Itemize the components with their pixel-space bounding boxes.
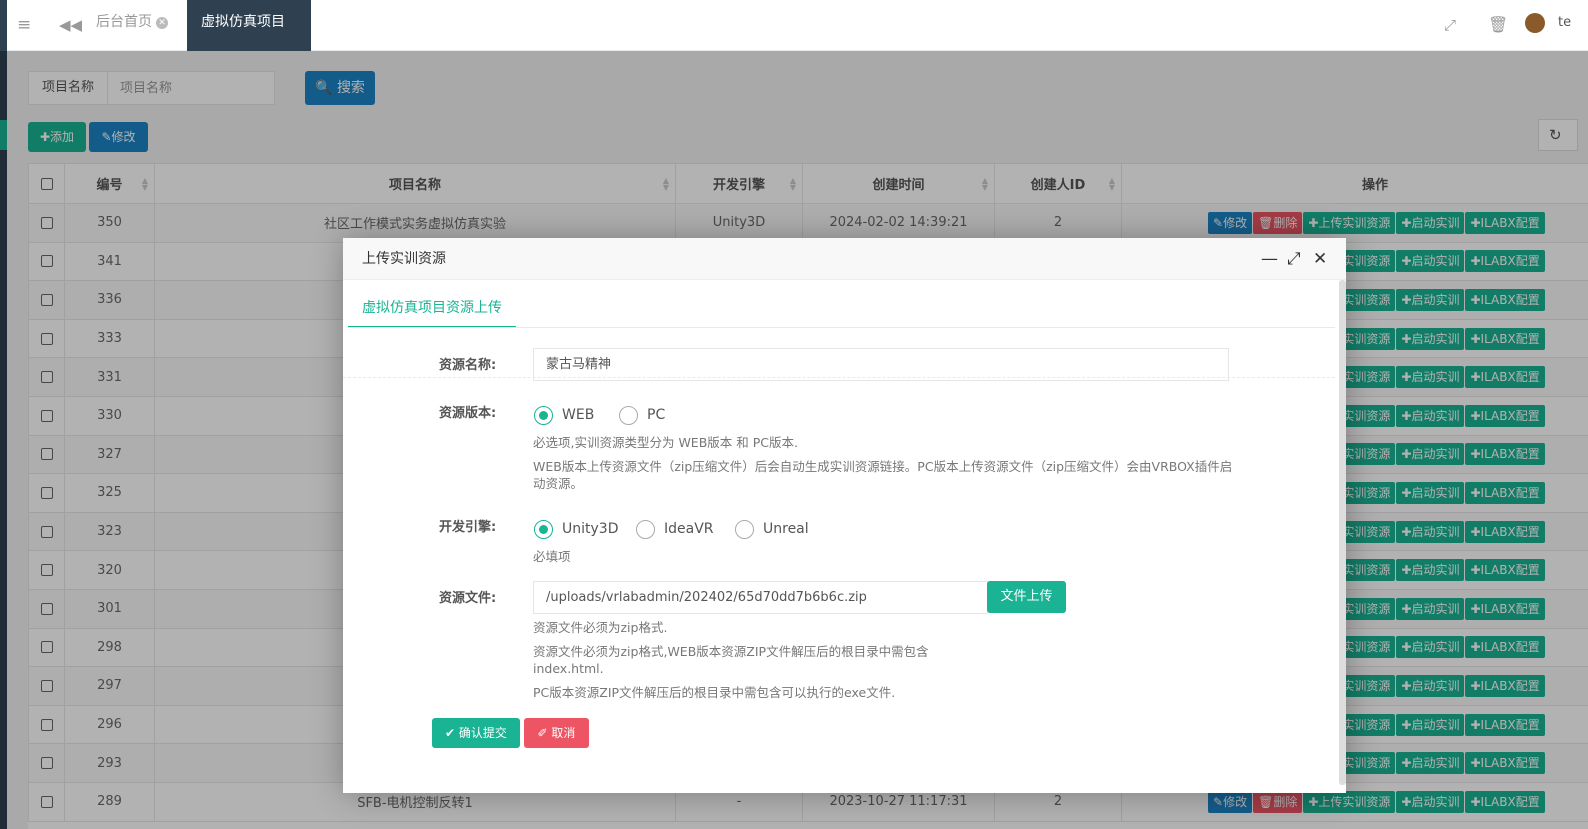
double-back-icon[interactable]: ◀◀ — [59, 15, 82, 35]
radio-unity3d[interactable]: Unity3D — [534, 519, 618, 539]
version-help: 必选项,实训资源类型分为 WEB版本 和 PC版本. — [533, 435, 798, 450]
file-help-web: 资源文件必须为zip格式,WEB版本资源ZIP文件解压后的根目录中需包含inde… — [533, 644, 929, 676]
modal-title: 上传实训资源 — [362, 251, 446, 267]
radio-pc[interactable]: PC — [619, 405, 665, 425]
tab-home[interactable]: 后台首页 ✕ — [82, 0, 182, 51]
modal-scrollbar[interactable] — [1339, 280, 1346, 785]
modal-body: 虚拟仿真项目资源上传 资源名称: 蒙古马精神 资源版本: WEB PC 必选项,… — [343, 280, 1346, 793]
username[interactable]: te — [1558, 15, 1571, 30]
resource-name-label: 资源名称: — [439, 358, 497, 373]
tab-resource-upload[interactable]: 虚拟仿真项目资源上传 — [348, 280, 516, 328]
trash-icon[interactable]: 🗑 — [1488, 15, 1508, 35]
menu-icon[interactable]: ≡ — [17, 15, 31, 35]
radio-circle[interactable] — [735, 519, 754, 539]
file-help: 资源文件必须为zip格式. — [533, 620, 668, 635]
close-icon[interactable]: ✕ — [156, 17, 168, 29]
avatar[interactable] — [1525, 13, 1545, 33]
modal-header: 上传实训资源 — ⤢ ✕ — [343, 238, 1346, 280]
minimize-icon[interactable]: — — [1261, 238, 1278, 280]
radio-circle[interactable] — [534, 519, 553, 539]
radio-circle[interactable] — [619, 405, 638, 425]
file-help-pc: PC版本资源ZIP文件解压后的根目录中需包含可以执行的exe文件. — [533, 685, 896, 700]
radio-ideavr[interactable]: IdeaVR — [636, 519, 714, 539]
divider — [343, 377, 1335, 378]
close-icon[interactable]: ✕ — [1313, 238, 1327, 280]
radio-unreal[interactable]: Unreal — [735, 519, 809, 539]
tab-vr-projects[interactable]: 虚拟仿真项目✕ — [187, 0, 311, 74]
radio-circle[interactable] — [636, 519, 655, 539]
resource-file-input[interactable]: /uploads/vrlabadmin/202402/65d70dd7b6b6c… — [533, 581, 988, 614]
resource-version-label: 资源版本: — [439, 406, 497, 421]
radio-web[interactable]: WEB — [534, 405, 594, 425]
engine-help: 必填项 — [533, 549, 571, 564]
file-upload-button[interactable]: 文件上传 — [987, 581, 1066, 613]
resource-file-label: 资源文件: — [439, 591, 497, 606]
fullscreen-icon[interactable]: ⤢ — [1444, 15, 1456, 35]
confirm-submit-button[interactable]: ✔ 确认提交 — [432, 718, 520, 748]
engine-label: 开发引擎: — [439, 520, 497, 535]
radio-circle[interactable] — [534, 405, 553, 425]
top-navbar: ≡ ◀◀ 后台首页✕ 虚拟仿真项目✕ ⤢ 🗑 te — [7, 0, 1588, 74]
tab-divider — [348, 327, 1335, 328]
maximize-icon[interactable]: ⤢ — [1287, 238, 1301, 280]
version-help-detail: WEB版本上传资源文件（zip压缩文件）后会自动生成实训资源链接。PC版本上传资… — [533, 459, 1233, 491]
cancel-button[interactable]: ✐ 取消 — [524, 718, 589, 748]
upload-resource-modal: 上传实训资源 — ⤢ ✕ 虚拟仿真项目资源上传 资源名称: 蒙古马精神 资源版本… — [343, 238, 1346, 793]
